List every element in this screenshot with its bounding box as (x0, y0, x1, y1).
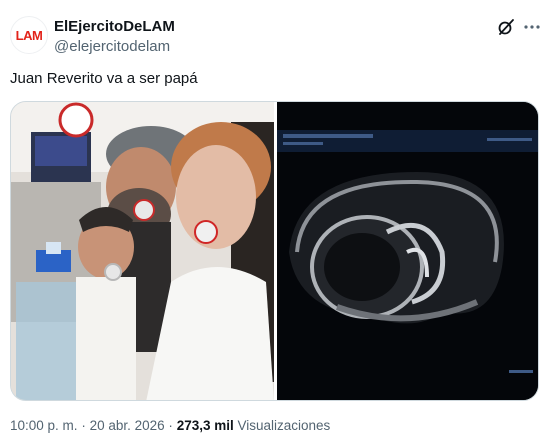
views-label: Visualizaciones (237, 418, 331, 433)
selfie-illustration (11, 102, 274, 400)
grok-icon[interactable] (497, 18, 515, 36)
selfie-photo[interactable] (11, 102, 274, 400)
tweet-time[interactable]: 10:00 p. m. (10, 418, 78, 433)
author-display-name[interactable]: ElEjercitoDeLAM (54, 18, 175, 35)
avatar[interactable]: LAM (10, 16, 48, 54)
tweet-meta: 10:00 p. m. · 20 abr. 2026 · 273,3 mil V… (10, 418, 330, 433)
media-grid (10, 101, 539, 401)
ultrasound-illustration (277, 102, 538, 400)
views-count: 273,3 mil (176, 418, 234, 433)
ultrasound-image[interactable] (277, 102, 538, 400)
author-handle[interactable]: @elejercitodelam (54, 38, 170, 55)
tweet-text: Juan Reverito va a ser papá (10, 70, 198, 87)
meta-separator: · (81, 418, 86, 433)
tweet-date[interactable]: 20 abr. 2026 (90, 418, 165, 433)
tweet: LAM ElEjercitoDeLAM @elejercitodelam Jua… (0, 0, 552, 447)
more-icon[interactable] (523, 18, 541, 36)
meta-separator: · (168, 418, 173, 433)
avatar-logo: LAM (15, 27, 43, 43)
